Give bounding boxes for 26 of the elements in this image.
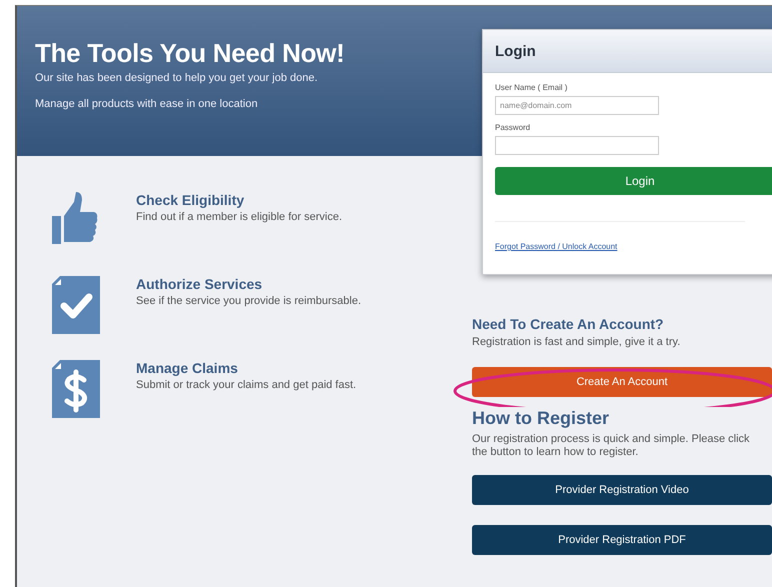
account-heading: Need To Create An Account? <box>472 316 665 332</box>
register-description: Our registration process is quick and simple. Please click the button to learn how to register. <box>472 433 751 459</box>
feature-title: Manage Claims <box>136 360 239 376</box>
header-subtitle: Our site has been designed to help you get your job done. <box>35 72 318 84</box>
feature-title: Check Eligibility <box>136 192 246 208</box>
create-account-button[interactable]: Create An Account <box>472 367 772 397</box>
account-description: Registration is fast and simple, give it a try. <box>472 336 682 349</box>
register-heading: How to Register <box>472 408 610 429</box>
username-field[interactable]: name@domain.com <box>495 96 659 115</box>
field-label: User Name ( Email ) <box>495 83 568 92</box>
header-subtitle: Manage all products with ease in one location <box>35 98 258 110</box>
login-title: Login <box>495 42 536 60</box>
checkmark-document-icon <box>52 276 100 334</box>
feature-description: Find out if a member is eligible for service. <box>136 211 342 223</box>
forgot-password-link[interactable]: Forgot Password / Unlock Account <box>495 242 618 251</box>
login-button[interactable]: Login <box>495 167 772 195</box>
registration-button[interactable]: Provider Registration PDF <box>472 525 772 555</box>
feature-description: Submit or track your claims and get paid fast. <box>136 379 356 391</box>
field-label: Password <box>495 123 532 132</box>
page-title: The Tools You Need Now! <box>35 38 344 69</box>
feature-title: Authorize Services <box>136 276 264 292</box>
password-field[interactable] <box>495 136 659 155</box>
dollar-document-icon <box>52 360 100 418</box>
feature-description: See if the service you provide is reimbursable. <box>136 295 361 307</box>
registration-button[interactable]: Provider Registration Video <box>472 475 772 505</box>
thumbs-up-icon <box>52 192 98 246</box>
